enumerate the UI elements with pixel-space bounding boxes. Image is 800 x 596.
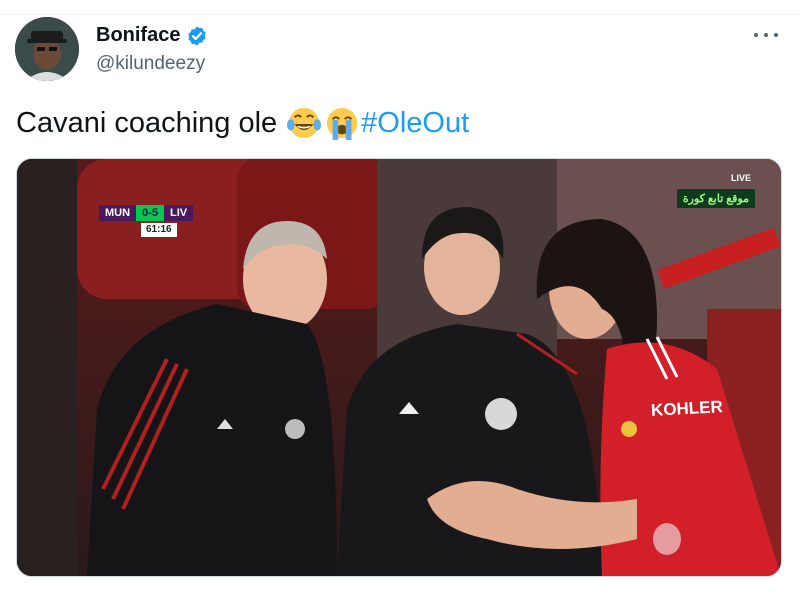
dot xyxy=(774,33,778,37)
away-team: LIV xyxy=(163,205,194,221)
tweet-media-image[interactable]: MUN 0-5 LIV 61:16 LIVE موقع تابع كورة KO… xyxy=(16,158,782,577)
author-display-name[interactable]: Boniface xyxy=(96,24,180,47)
top-divider xyxy=(0,14,800,15)
loudly-crying-face-icon xyxy=(327,107,358,140)
broadcaster-logo: موقع تابع كورة xyxy=(676,189,755,208)
dot xyxy=(764,33,768,37)
tweet-body: Cavani coaching ole xyxy=(16,106,278,139)
hashtag-link[interactable]: #OleOut xyxy=(361,107,469,140)
match-clock: 61:16 xyxy=(141,223,177,237)
match-score: 0-5 xyxy=(136,205,164,221)
avatar-image xyxy=(15,17,79,81)
tweet-text: Cavani coaching ole #OleOut xyxy=(16,106,469,140)
home-team: MUN xyxy=(99,205,137,221)
live-badge: LIVE xyxy=(730,173,751,183)
more-options-icon[interactable] xyxy=(754,28,778,42)
dot xyxy=(754,33,758,37)
verified-badge-icon xyxy=(188,25,207,46)
author-name-row: Boniface xyxy=(96,24,208,47)
face-with-tears-of-joy-icon xyxy=(287,107,322,139)
scoreboard: MUN 0-5 LIV xyxy=(99,205,194,221)
shirt-sponsor: KOHLER xyxy=(650,397,724,420)
avatar[interactable] xyxy=(15,17,79,81)
match-photo xyxy=(17,159,781,576)
author-handle[interactable]: @kilundeezy xyxy=(96,53,205,75)
